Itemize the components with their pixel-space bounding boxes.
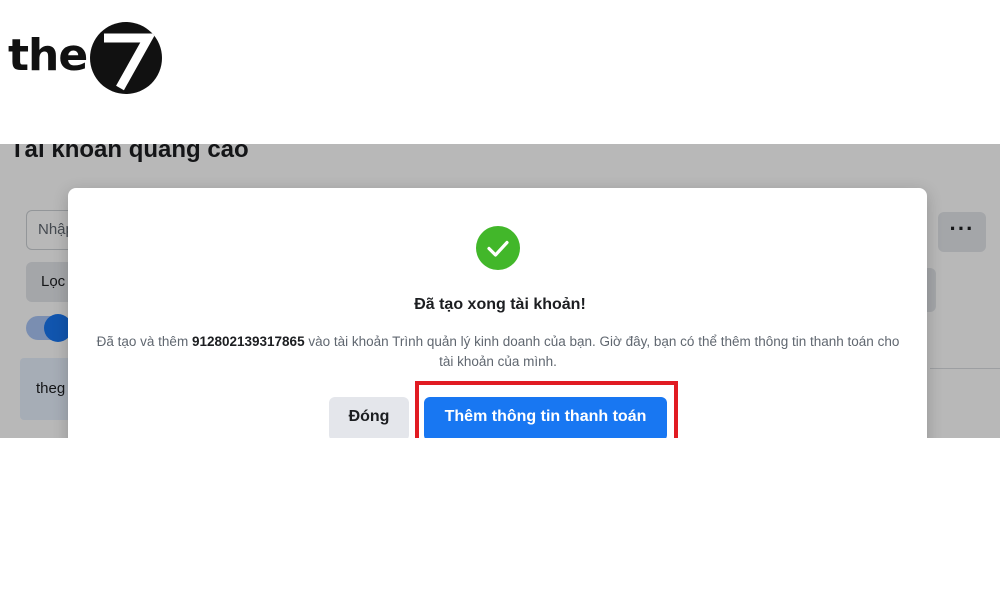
check-circle-icon <box>476 226 520 270</box>
highlight-box <box>415 381 678 438</box>
message-after: vào tài khoản Trình quản lý kinh doanh c… <box>304 334 900 369</box>
dialog-message: Đã tạo và thêm 912802139317865 vào tài k… <box>88 332 908 372</box>
blank-area <box>0 438 1000 600</box>
message-before: Đã tạo và thêm <box>96 334 192 349</box>
account-id: 912802139317865 <box>191 334 305 349</box>
dialog-title: Đã tạo xong tài khoản! <box>414 296 586 313</box>
close-button[interactable]: Đóng <box>329 397 409 441</box>
logo-seven-mark <box>90 22 162 94</box>
logo-text: the <box>8 30 88 81</box>
the7-logo: the <box>8 22 168 98</box>
